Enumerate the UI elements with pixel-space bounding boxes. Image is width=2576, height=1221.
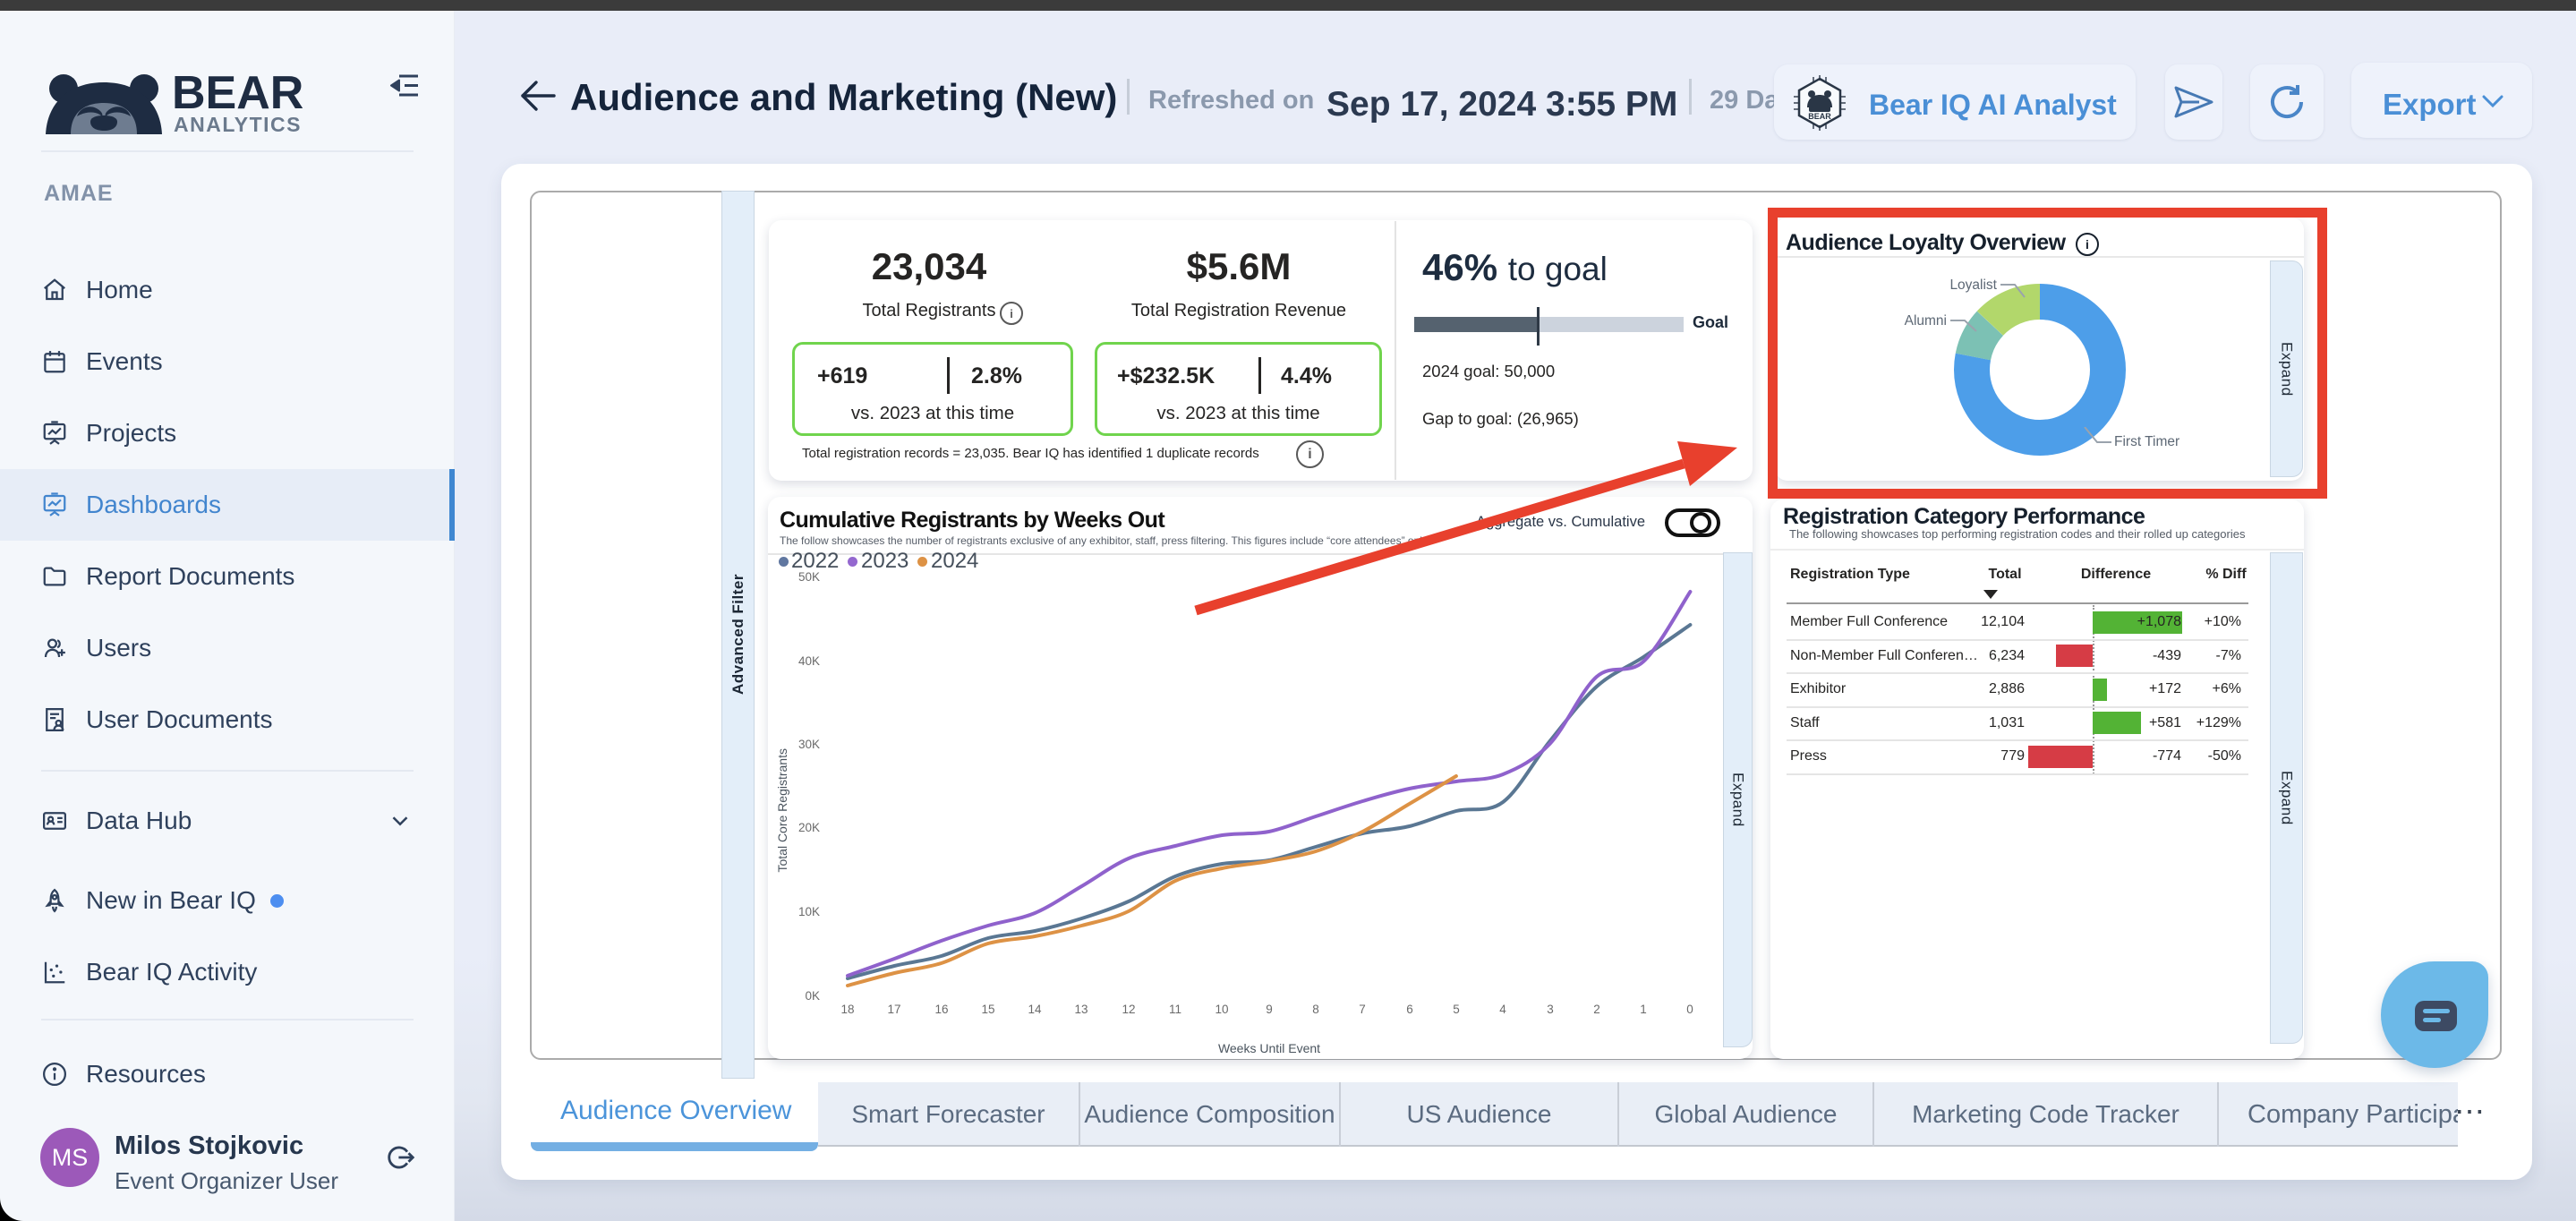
svg-text:BEAR: BEAR: [1808, 112, 1831, 121]
